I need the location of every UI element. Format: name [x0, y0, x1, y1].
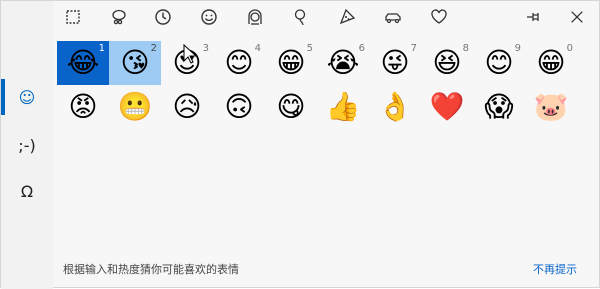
category-rail: ☺ ;-) Ω — [1, 1, 53, 289]
mouse-cursor-icon — [183, 43, 198, 68]
heart-icon[interactable] — [427, 7, 451, 27]
emoji-cell[interactable]: 😂 1 — [57, 41, 109, 85]
pin-icon[interactable] — [521, 7, 545, 27]
hint-text: 根据输入和热度猜你可能喜欢的表情 — [63, 263, 239, 276]
category-bar — [53, 1, 600, 35]
emoji-cell[interactable]: 🙃 — [213, 85, 265, 129]
balloon-icon[interactable] — [289, 7, 313, 27]
clock-icon[interactable] — [151, 7, 175, 27]
pizza-icon[interactable] — [335, 7, 359, 27]
emoji-cell[interactable]: 😜 7 — [369, 41, 421, 85]
emoji-cell[interactable]: 😁 0 — [525, 41, 577, 85]
emoji-cell[interactable]: 😆 8 — [421, 41, 473, 85]
emoji-cell[interactable]: 👍 — [317, 85, 369, 129]
emoji-cell[interactable]: 😋 — [265, 85, 317, 129]
emoji-cell[interactable]: 😬 — [109, 85, 161, 129]
people-icon[interactable] — [107, 7, 131, 27]
close-icon[interactable] — [565, 7, 589, 27]
emoji-cell[interactable]: 😱 — [473, 85, 525, 129]
car-icon[interactable] — [381, 7, 405, 27]
person-face-icon[interactable] — [243, 7, 267, 27]
emoji-panel: ☺ ;-) Ω 😂 1 😘 2 😍 3 😊 4 😁 5 😭 6 😜 7 😆 8 … — [0, 0, 600, 289]
recent-icon[interactable] — [61, 7, 85, 27]
emoji-cell[interactable]: 😭 6 — [317, 41, 369, 85]
emoji-cell[interactable]: 👌 — [369, 85, 421, 129]
emoji-tab[interactable]: ☺ — [1, 75, 53, 119]
emoji-cell[interactable]: 🐷 — [525, 85, 577, 129]
emoji-cell[interactable]: 😊 4 — [213, 41, 265, 85]
emoji-cell[interactable]: 😊 9 — [473, 41, 525, 85]
smiley-face-icon[interactable] — [197, 7, 221, 27]
emoji-cell[interactable]: 😡 — [57, 85, 109, 129]
symbols-tab[interactable]: Ω — [1, 169, 53, 213]
emoji-cell[interactable]: 😁 5 — [265, 41, 317, 85]
emoji-cell[interactable]: 😘 2 — [109, 41, 161, 85]
emoji-cell[interactable]: 😥 — [161, 85, 213, 129]
kaomoji-tab[interactable]: ;-) — [1, 123, 53, 167]
dismiss-link[interactable]: 不再提示 — [533, 261, 577, 277]
emoji-cell[interactable]: ❤️ — [421, 85, 473, 129]
